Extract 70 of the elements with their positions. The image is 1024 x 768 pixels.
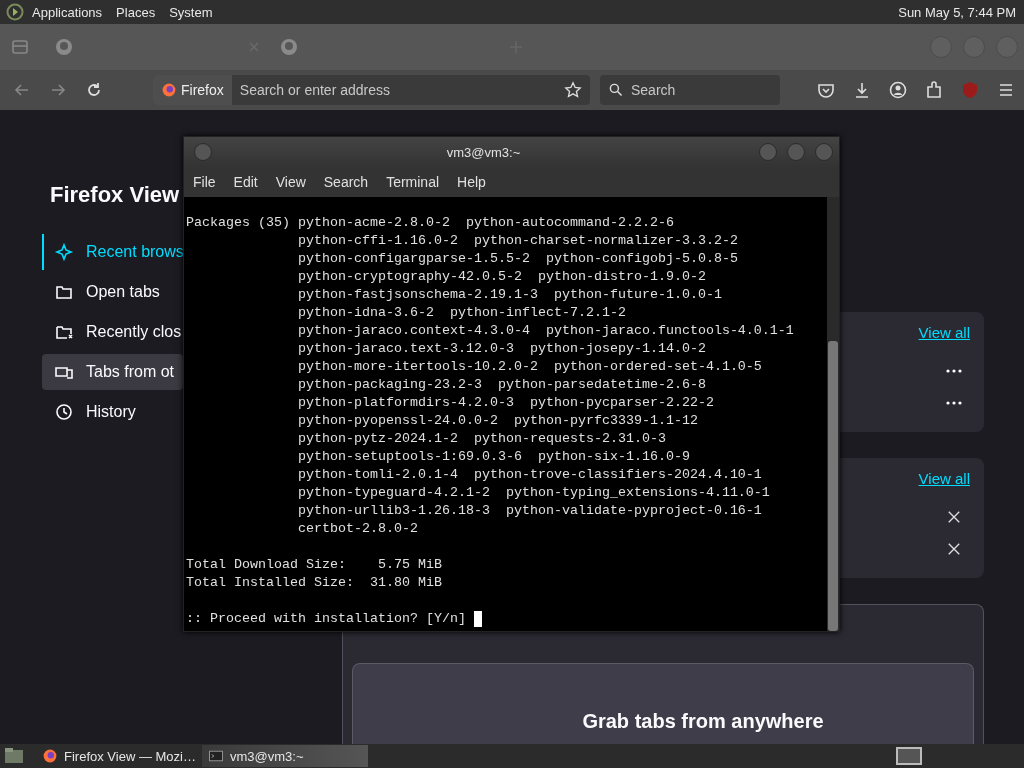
terminal-line: python-jaraco.text-3.12.0-3 python-josepy-1.14.0-2 [296, 340, 707, 358]
close-icon[interactable] [947, 510, 961, 524]
desktop-icon[interactable] [4, 747, 24, 765]
firefox-logo-icon [42, 748, 58, 764]
tab-site-icon[interactable] [279, 37, 299, 57]
terminal-line: python-idna-3.6-2 python-inflect-7.2.1-2 [296, 304, 627, 322]
distro-logo-icon[interactable] [6, 3, 24, 21]
terminal-prompt: :: Proceed with installation? [Y/n] [186, 610, 466, 628]
terminal-line: python-jaraco.context-4.3.0-4 python-jaraco.functools-4.0.1-1 [296, 322, 795, 340]
sidebar-item[interactable]: History [42, 394, 183, 430]
maximize-button[interactable] [787, 143, 805, 161]
menu-item[interactable]: File [193, 174, 216, 190]
terminal-line: python-tomli-2.0.1-4 python-trove-classifiers-2024.4.10-1 [296, 466, 763, 484]
address-input[interactable]: Search or enter address [231, 82, 564, 98]
terminal-line: certbot-2.8.0-2 [296, 520, 419, 538]
panel-menu[interactable]: Places [116, 4, 156, 20]
sidebar-item[interactable]: Open tabs [42, 274, 183, 310]
terminal-line: python-cryptography-42.0.5-2 python-distro-1.9.0-2 [296, 268, 707, 286]
menu-item[interactable]: Help [457, 174, 486, 190]
terminal-line: python-platformdirs-4.2.0-3 python-pycparser-2.22-2 [296, 394, 715, 412]
terminal-line: python-urllib3-1.26.18-3 python-validate-pyproject-0.16-1 [296, 502, 763, 520]
puzzle-icon[interactable] [924, 80, 944, 100]
sidebar-item[interactable]: Recently clos [42, 314, 183, 350]
taskbar-button[interactable]: Firefox View — Mozi… [36, 745, 202, 767]
terminal-line: python-typeguard-4.2.1-2 python-typing_extensions-4.11.0-1 [296, 484, 771, 502]
panel-menu[interactable]: Applications [32, 4, 103, 20]
terminal-line: Total Installed Size: 31.80 MiB [186, 574, 443, 592]
view-all-link[interactable]: View all [918, 470, 970, 487]
terminal-line: python-setuptools-1:69.0.3-6 python-six-1.16.0-9 [296, 448, 691, 466]
terminal-line: python-fastjsonschema-2.19.1-3 python-future-1.0.0-1 [296, 286, 723, 304]
terminal-line: python-more-itertools-10.2.0-2 python-ordered-set-4.1.0-5 [296, 358, 763, 376]
identity-chip[interactable]: Firefox [153, 75, 232, 105]
taskbar-button[interactable]: vm3@vm3:~ [202, 745, 368, 767]
panel-menu[interactable]: System [169, 4, 213, 20]
terminal-line: python-pytz-2024.1-2 python-requests-2.31.0-3 [296, 430, 667, 448]
scroll-thumb[interactable] [828, 341, 838, 631]
terminal-line: python-configargparse-1.5.5-2 python-configobj-5.0.8-5 [296, 250, 739, 268]
close-icon[interactable] [947, 542, 961, 556]
text-cursor [473, 611, 482, 627]
more-icon[interactable] [944, 367, 964, 375]
scrollbar[interactable] [827, 197, 839, 631]
workspace-switcher[interactable] [896, 747, 922, 765]
view-all-link[interactable]: View all [918, 324, 970, 341]
terminal-line: python-cffi-1.16.0-2 python-charset-normalizer-3.3.2-2 [296, 232, 739, 250]
terminal-icon [208, 748, 224, 764]
terminal-line: Total Download Size: 5.75 MiB [186, 556, 443, 574]
star-icon[interactable] [564, 81, 582, 99]
menu-item[interactable]: Search [323, 174, 369, 190]
close-button[interactable] [815, 143, 833, 161]
terminal-line: Packages (35) python-acme-2.8.0-2 python-autocommand-2.2.2-6 [186, 214, 675, 232]
clock[interactable]: Sun May 5, 7:44 PM [898, 4, 1016, 20]
card-heading: Grab tabs from anywhere [581, 710, 824, 734]
clock-icon [54, 402, 74, 422]
account-icon[interactable] [888, 80, 908, 100]
minimize-button[interactable] [759, 143, 777, 161]
address-bar[interactable]: Firefox Search or enter address [153, 75, 590, 105]
terminal-line: python-pyopenssl-24.0.0-2 python-pyrfc3339-1.1-12 [296, 412, 699, 430]
window-title: vm3@vm3:~ [445, 144, 522, 160]
terminal-line: python-packaging-23.2-3 python-parsedatetime-2.6-8 [296, 376, 707, 394]
sparkle-icon [54, 242, 74, 262]
sidebar-item[interactable]: Tabs from ot [42, 354, 183, 390]
tab-site-icon[interactable] [54, 37, 74, 57]
firefox-logo-icon [161, 82, 177, 98]
menu-item[interactable]: View [275, 174, 306, 190]
menu-item[interactable]: Edit [233, 174, 258, 190]
window-menu-button[interactable] [194, 143, 212, 161]
search-field[interactable]: Search [600, 75, 780, 105]
more-icon[interactable] [944, 399, 964, 407]
page-title: Firefox View [50, 182, 181, 209]
menu-item[interactable]: Terminal [386, 174, 440, 190]
